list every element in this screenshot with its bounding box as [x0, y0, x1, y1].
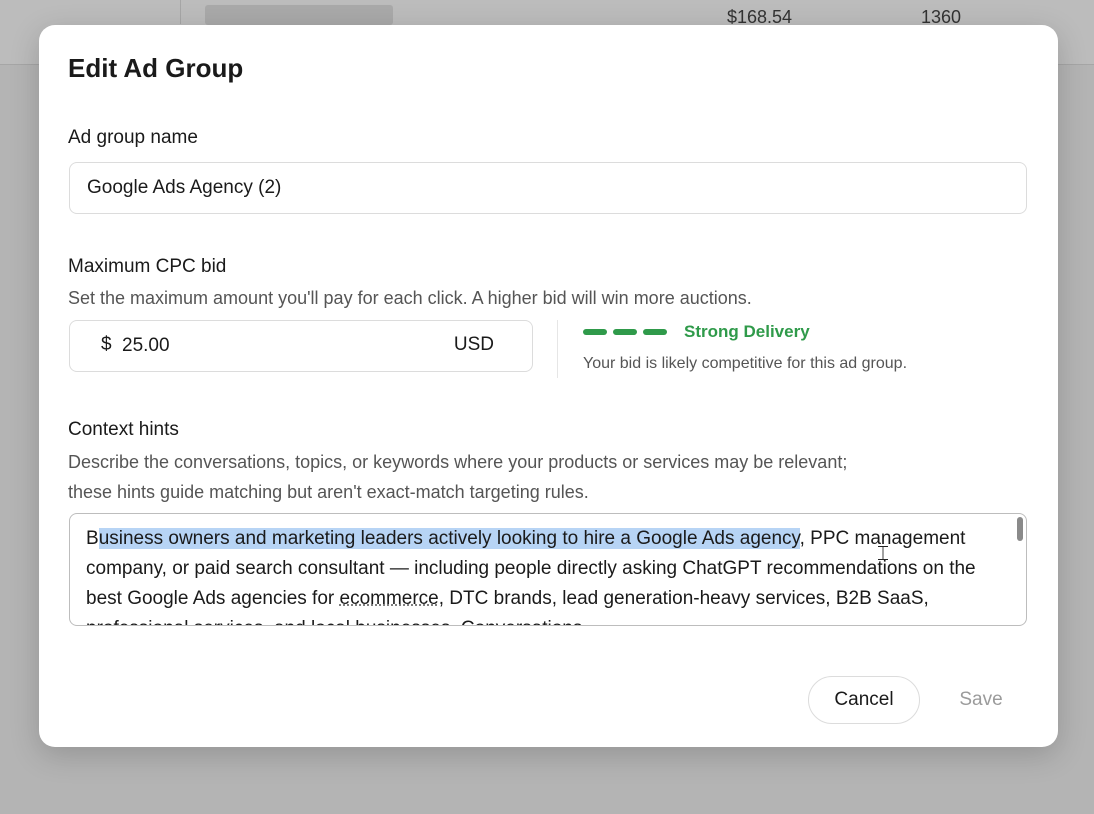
context-hints-textarea[interactable]: Business owners and marketing leaders ac… — [69, 513, 1027, 626]
delivery-status: Strong Delivery — [684, 322, 810, 341]
context-hints-help-line-2: these hints guide matching but aren't ex… — [68, 482, 589, 502]
delivery-strength-bar — [643, 329, 667, 335]
background-loading-placeholder — [205, 5, 393, 25]
i-beam-cursor-icon: ⌶ — [877, 541, 889, 565]
max-cpc-field[interactable]: $ USD — [69, 320, 533, 372]
misspelled-word: ecommerce — [339, 588, 439, 609]
context-hints-label: Context hints — [68, 419, 179, 440]
ad-group-name-input[interactable] — [69, 162, 1027, 214]
selected-text: usiness owners and marketing leaders act… — [98, 528, 800, 549]
max-cpc-help-text: Set the maximum amount you'll pay for ea… — [68, 288, 752, 308]
background-column-divider — [180, 0, 181, 24]
max-cpc-label: Maximum CPC bid — [68, 256, 227, 277]
delivery-strength-bar — [583, 329, 607, 335]
dollar-icon: $ — [101, 334, 112, 355]
context-hints-help-line-1: Describe the conversations, topics, or k… — [68, 452, 848, 472]
textarea-scrollbar[interactable] — [1017, 517, 1023, 541]
delivery-strength-meter — [583, 329, 673, 336]
field-divider — [557, 320, 558, 378]
save-button[interactable]: Save — [936, 676, 1026, 724]
max-cpc-input[interactable] — [122, 331, 422, 361]
delivery-note: Your bid is likely competitive for this … — [583, 355, 908, 372]
hints-text-start: B — [86, 528, 99, 549]
edit-ad-group-dialog: Edit Ad Group Ad group name Maximum CPC … — [39, 25, 1058, 747]
delivery-strength-bar — [613, 329, 637, 335]
ad-group-name-label: Ad group name — [68, 127, 198, 148]
dialog-title: Edit Ad Group — [68, 53, 244, 83]
cancel-button[interactable]: Cancel — [808, 676, 920, 724]
context-hints-content: Business owners and marketing leaders ac… — [86, 524, 996, 625]
currency-code: USD — [453, 334, 494, 355]
